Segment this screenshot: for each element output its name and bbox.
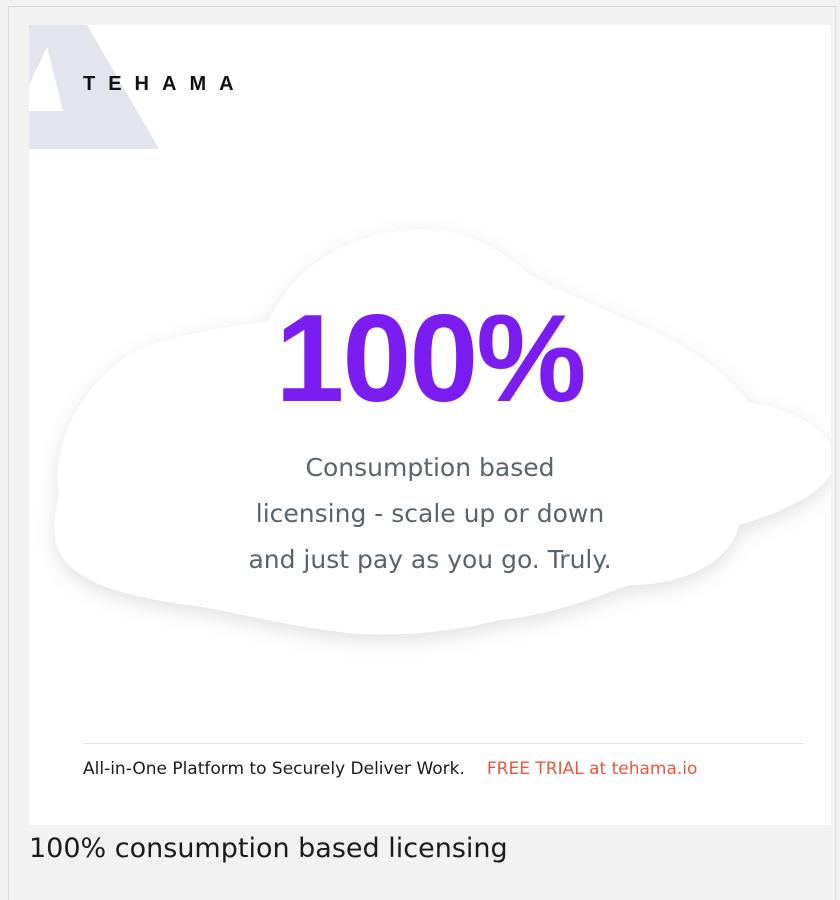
ad-card[interactable]: TEHAMA 100% Consumption based licensing … bbox=[29, 25, 831, 825]
image-frame: TEHAMA 100% Consumption based licensing … bbox=[8, 6, 836, 900]
ad-description: Consumption based licensing - scale up o… bbox=[29, 445, 831, 583]
description-line: and just pay as you go. Truly. bbox=[248, 545, 612, 574]
image-caption: 100% consumption based licensing bbox=[29, 833, 508, 864]
free-trial-link[interactable]: FREE TRIAL at tehama.io bbox=[487, 759, 698, 779]
headline-percentage: 100% bbox=[275, 290, 586, 428]
ad-footer: All-in-One Platform to Securely Deliver … bbox=[83, 759, 697, 779]
footer-divider bbox=[83, 743, 803, 744]
description-line: Consumption based bbox=[305, 453, 555, 482]
footer-tagline: All-in-One Platform to Securely Deliver … bbox=[83, 759, 465, 779]
description-line: licensing - scale up or down bbox=[255, 499, 605, 528]
